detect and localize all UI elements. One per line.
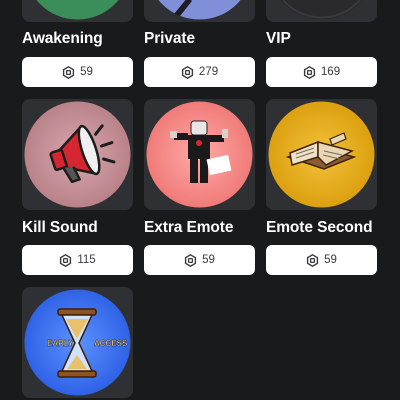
open-book-icon [268, 101, 375, 208]
early-access-hourglass-icon: EARLY ACCESS [24, 289, 131, 396]
price-label: 59 [324, 254, 337, 266]
gamepass-name: Awakening [22, 30, 103, 47]
buy-button[interactable]: 59 [22, 57, 133, 87]
badge-text-access: ACCESS [94, 339, 128, 348]
gamepass-name: Extra Emote [144, 219, 234, 236]
gamepass-thumbnail[interactable] [266, 0, 377, 22]
price-label: 59 [202, 254, 215, 266]
vip-badge-icon [280, 0, 363, 20]
gamepass-name: Kill Sound [22, 219, 98, 236]
gamepass-grid: Awakening 59 Private 279 VIP 169 Kill So… [0, 0, 400, 400]
buy-button[interactable]: 115 [22, 245, 133, 275]
robux-icon [306, 253, 319, 267]
private-server-badge-icon [158, 0, 241, 20]
price-label: 115 [77, 254, 96, 266]
buy-button[interactable]: 59 [266, 245, 377, 275]
gamepass-thumbnail[interactable]: EARLY ACCESS [22, 287, 133, 398]
gamepass-name: Private [144, 30, 195, 47]
price-label: 59 [80, 66, 93, 78]
emote-character-icon [146, 101, 253, 208]
green-badge-icon [36, 0, 119, 20]
gamepass-thumbnail[interactable] [22, 99, 133, 210]
buy-button[interactable]: 279 [144, 57, 255, 87]
buy-button[interactable]: 169 [266, 57, 377, 87]
gamepass-name: VIP [266, 30, 291, 47]
robux-icon [181, 65, 194, 79]
robux-icon [303, 65, 316, 79]
price-label: 169 [320, 66, 341, 78]
robux-icon [184, 253, 197, 267]
robux-icon [62, 65, 75, 79]
robux-icon [59, 253, 72, 267]
gamepass-thumbnail[interactable] [266, 99, 377, 210]
buy-button[interactable]: 59 [144, 245, 255, 275]
gamepass-name: Emote Second [266, 219, 373, 236]
badge-text-early: EARLY [47, 339, 74, 348]
gamepass-thumbnail[interactable] [144, 0, 255, 22]
megaphone-icon [24, 101, 131, 208]
price-label: 279 [198, 66, 219, 78]
gamepass-thumbnail[interactable] [22, 0, 133, 22]
gamepass-thumbnail[interactable] [144, 99, 255, 210]
